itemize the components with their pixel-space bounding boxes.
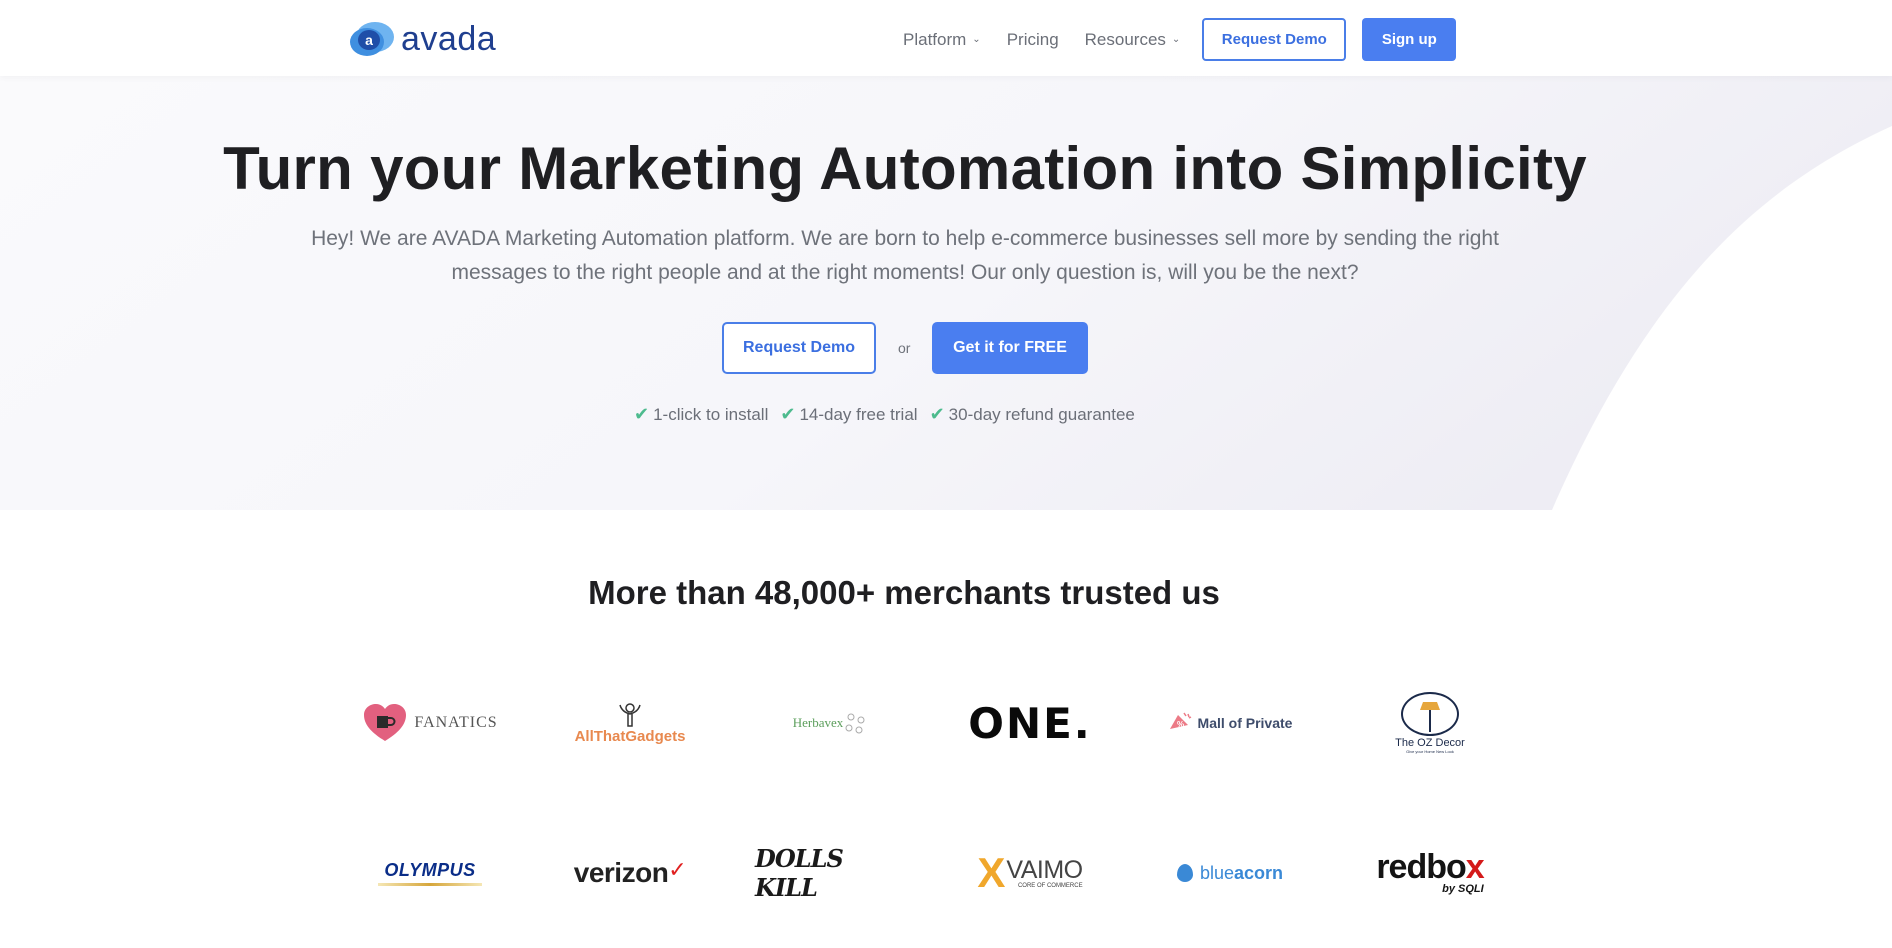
verizon-logo: verizon✓: [573, 857, 687, 888]
allthatgadgets-logo: AllThatGadgets: [555, 690, 705, 756]
chevron-down-icon: ⌄: [1171, 34, 1181, 45]
nav-resources[interactable]: Resources ⌄: [1085, 30, 1181, 50]
or-separator: or: [898, 340, 911, 356]
merchant-logos-row-1: FANATICS AllThatGadgets Herbavex ONE. % …: [355, 690, 1505, 756]
check-icon: ✔: [634, 404, 650, 424]
blue-acorn-logo: blue acorn: [1155, 840, 1305, 906]
avada-logo[interactable]: a avada: [349, 20, 496, 58]
olympus-logo: OLYMPUS: [355, 840, 505, 906]
logo-text: avada: [401, 20, 497, 58]
request-demo-button[interactable]: Request Demo: [722, 322, 876, 374]
heart-mug-icon: [362, 703, 408, 743]
get-it-free-button[interactable]: Get it for FREE: [932, 322, 1088, 374]
merchants-title: More than 48,000+ merchants trusted us: [588, 574, 1220, 611]
fanatics-logo: FANATICS: [355, 690, 505, 756]
check-icon: ✔: [929, 404, 945, 424]
oz-decor-logo: The OZ Decor Give your Home New Look: [1355, 690, 1505, 756]
feature-item: ✔ 14-day free trial: [780, 404, 918, 424]
mall-of-private-logo: % Mall of Private: [1155, 690, 1305, 756]
sign-up-button[interactable]: Sign up: [1362, 18, 1457, 61]
merchant-logos-row-2: OLYMPUS verizon✓ DOLLS KILL X VAIMO CORE…: [355, 840, 1505, 906]
vaimo-x-icon: X: [977, 849, 1006, 896]
check-mark-icon: ✓: [668, 857, 687, 882]
site-header: a avada Platform ⌄ Pricing Resources ⌄ R…: [0, 0, 1892, 76]
feature-item: ✔ 1-click to install: [634, 404, 769, 424]
feature-item: ✔ 30-day refund guarantee: [929, 404, 1135, 424]
megaphone-icon: %: [1169, 712, 1191, 729]
one-logo: ONE.: [968, 698, 1092, 748]
feature-list: ✔ 1-click to install ✔ 14-day free trial…: [634, 404, 1147, 425]
cta-row: Request Demo or Get it for FREE: [722, 322, 1088, 374]
vaimo-logo: X VAIMO CORE OF COMMERCE: [977, 849, 1083, 896]
lamp-icon: [1401, 692, 1459, 736]
svg-text:a: a: [365, 32, 373, 48]
herbavex-logo: Herbavex: [755, 690, 905, 756]
header-request-demo-button[interactable]: Request Demo: [1202, 18, 1347, 61]
redbox-logo: redbox by SQLI: [1376, 848, 1484, 895]
hero-subtitle: Hey! We are AVADA Marketing Automation p…: [311, 227, 1499, 284]
chevron-down-icon: ⌄: [972, 34, 981, 45]
gadget-figure-icon: [619, 702, 641, 727]
acorn-icon: [1176, 864, 1193, 882]
hero-title: Turn your Marketing Automation into Simp…: [223, 135, 1587, 202]
molecule-icon: [845, 713, 865, 734]
dolls-kill-logo: DOLLS KILL: [755, 844, 844, 902]
check-icon: ✔: [780, 404, 796, 424]
svg-text:%: %: [1177, 720, 1184, 729]
nav-platform[interactable]: Platform ⌄: [903, 30, 981, 50]
cloud-logo-icon: a: [349, 20, 395, 58]
nav-pricing[interactable]: Pricing: [1007, 30, 1059, 50]
main-nav: Platform ⌄ Pricing Resources ⌄ Request D…: [903, 18, 1457, 61]
